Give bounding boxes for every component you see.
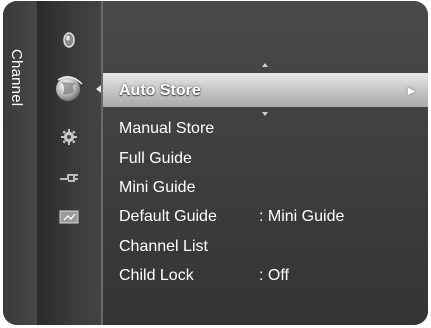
menu-item-default-guide[interactable]: Default Guide : Mini Guide [109,204,421,230]
menu-list: Auto Store ► Manual Store Full Guide Min… [103,1,428,325]
menu-item-label: Channel List [119,238,208,255]
menu-item-label: Auto Store [119,82,201,99]
menu-item-full-guide[interactable]: Full Guide [109,146,421,172]
menu-item-manual-store[interactable]: Manual Store [109,116,421,142]
scroll-up-icon [262,63,268,67]
section-title: Channel [8,49,25,107]
menu-item-value: : Off [259,267,289,284]
menu-item-label: Child Lock [119,267,194,284]
channel-menu-panel: Channel Auto Store ► Manual Store Full G… [3,1,428,325]
channel-icon[interactable] [51,75,87,103]
setup-icon[interactable] [51,123,87,151]
menu-item-label: Full Guide [119,150,192,167]
menu-item-channel-list[interactable]: Channel List [109,234,421,260]
tv-screen: Channel Auto Store ► Manual Store Full G… [0,0,431,328]
input-icon[interactable] [51,163,87,191]
menu-item-label: Manual Store [119,120,215,137]
submenu-arrow-icon: ► [405,83,418,98]
application-icon[interactable] [51,203,87,231]
menu-item-value: : Mini Guide [259,208,345,225]
menu-item-label: Mini Guide [119,179,196,196]
category-icon-column [37,1,101,325]
menu-item-mini-guide[interactable]: Mini Guide [109,175,421,201]
menu-item-auto-store[interactable]: Auto Store ► [103,73,428,107]
menu-item-label: Default Guide [119,208,217,225]
picture-icon[interactable] [51,26,87,54]
section-tab: Channel [3,1,37,325]
menu-item-child-lock[interactable]: Child Lock : Off [109,263,421,289]
